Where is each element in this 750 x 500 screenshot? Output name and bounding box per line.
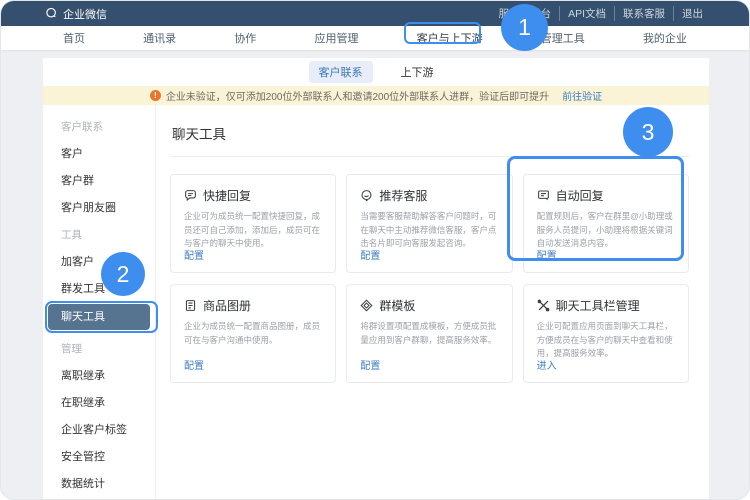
api-docs-link[interactable]: API文档 <box>559 6 614 21</box>
card-title-text: 聊天工具栏管理 <box>556 297 640 314</box>
contact-support-link[interactable]: 联系客服 <box>614 6 673 21</box>
title-divider <box>170 156 689 157</box>
product-album-configure-link[interactable]: 配置 <box>184 357 323 372</box>
sidebar-item-security-control[interactable]: 安全管控 <box>43 444 155 471</box>
sidebar-item-group-message[interactable]: 群发工具 <box>43 276 155 303</box>
sidebar-item-onjob-inheritance[interactable]: 在职继承 <box>43 390 155 417</box>
page-title: 聊天工具 <box>172 123 689 143</box>
sub-tabs: 客户联系 上下游 <box>43 58 709 86</box>
nav-item-customers-upstream-downstream[interactable]: 客户与上下游 <box>417 30 483 46</box>
chat-toolbar-enter-link[interactable]: 进入 <box>537 357 676 372</box>
card-recommend-service: 推荐客服 当需要客服帮助解答客户问题时，可在聊天中主动推荐微信客服，客户点击名片… <box>346 174 512 273</box>
quick-reply-icon <box>184 189 197 202</box>
recommend-service-configure-link[interactable]: 配置 <box>360 247 499 262</box>
card-title-text: 快捷回复 <box>203 187 251 204</box>
card-product-album: 商品图册 企业为成员统一配置商品图册，成员可在与客户沟通中使用。 配置 <box>170 284 336 383</box>
card-title-text: 自动回复 <box>556 187 604 204</box>
main-content: 聊天工具 快捷回复 企业可为成 <box>156 105 709 499</box>
wechat-work-logo-icon <box>45 7 58 20</box>
topbar: 企业微信 服务商后台 API文档 联系客服 退出 <box>1 1 749 26</box>
nav-item-my-company[interactable]: 我的企业 <box>643 30 687 46</box>
card-description: 企业可为成员统一配置快捷回复，成员还可自己添加，添加后，成员可在与客户的聊天中使… <box>184 210 323 247</box>
nav-item-home[interactable]: 首页 <box>63 30 85 46</box>
sidebar-item-resigned-inheritance[interactable]: 离职继承 <box>43 363 155 390</box>
app-window: 企业微信 服务商后台 API文档 联系客服 退出 首页 通讯录 协作 应用管理 … <box>0 0 750 500</box>
card-description: 企业可配置应用页面到聊天工具栏，方便成员在与客户的聊天中查看和使用，提高服务效率… <box>537 320 676 357</box>
card-description: 配置规则后，客户在群里@小助理或服务人员提问，小助理将根据关键词自动发送消息内容… <box>537 210 676 247</box>
sidebar-item-chat-tools[interactable]: 聊天工具 <box>48 304 150 330</box>
nav-item-management-tools[interactable]: 管理工具 <box>541 30 585 46</box>
sidebar-group-tools: 工具 <box>43 222 155 249</box>
card-auto-reply: 自动回复 配置规则后，客户在群里@小助理或服务人员提问，小助理将根据关键词自动发… <box>523 174 689 273</box>
provider-console-link[interactable]: 服务商后台 <box>491 6 560 21</box>
nav-item-contacts[interactable]: 通讯录 <box>143 30 176 46</box>
card-quick-reply: 快捷回复 企业可为成员统一配置快捷回复，成员还可自己添加，添加后，成员可在与客户… <box>170 174 336 273</box>
card-description: 企业为成员统一配置商品图册，成员可在与客户沟通中使用。 <box>184 320 323 347</box>
auto-reply-icon <box>537 189 550 202</box>
card-title-text: 商品图册 <box>203 297 251 314</box>
chat-toolbar-icon <box>537 299 550 312</box>
tab-upstream-downstream[interactable]: 上下游 <box>391 61 444 83</box>
product-album-icon <box>184 299 197 312</box>
app-logo: 企业微信 <box>45 6 107 22</box>
warning-icon: ! <box>150 90 161 101</box>
sidebar-group-management: 管理 <box>43 336 155 363</box>
card-chat-toolbar-management: 聊天工具栏管理 企业可配置应用页面到聊天工具栏，方便成员在与客户的聊天中查看和使… <box>523 284 689 383</box>
nav-item-collaboration[interactable]: 协作 <box>234 30 256 46</box>
warning-text: 企业未验证，仅可添加200位外部联系人和邀请200位外部联系人进群，验证后即可提… <box>166 88 549 103</box>
tab-customer-contact[interactable]: 客户联系 <box>309 61 373 83</box>
sidebar-group-customer-contact: 客户联系 <box>43 114 155 141</box>
group-template-icon <box>360 299 373 312</box>
primary-nav: 首页 通讯录 协作 应用管理 客户与上下游 管理工具 我的企业 <box>1 26 749 50</box>
sidebar: 客户联系 客户 客户群 客户朋友圈 工具 加客户 群发工具 聊天工具 管理 离职… <box>43 105 156 499</box>
recommend-service-icon <box>360 189 373 202</box>
sidebar-item-customer-moments[interactable]: 客户朋友圈 <box>43 195 155 222</box>
app-logo-text: 企业微信 <box>63 6 107 22</box>
logout-link[interactable]: 退出 <box>673 6 711 21</box>
panel-body: 客户联系 客户 客户群 客户朋友圈 工具 加客户 群发工具 聊天工具 管理 离职… <box>43 105 709 499</box>
sidebar-item-statistics[interactable]: 数据统计 <box>43 471 155 498</box>
card-title-text: 推荐客服 <box>379 187 427 204</box>
card-description: 当需要客服帮助解答客户问题时，可在聊天中主动推荐微信客服，客户点击名片即可向客服… <box>360 210 499 247</box>
card-title-text: 群模板 <box>379 297 415 314</box>
go-verify-link[interactable]: 前往验证 <box>562 88 602 103</box>
quick-reply-configure-link[interactable]: 配置 <box>184 247 323 262</box>
feature-cards: 快捷回复 企业可为成员统一配置快捷回复，成员还可自己添加，添加后，成员可在与客户… <box>170 174 689 383</box>
auto-reply-configure-link[interactable]: 配置 <box>537 247 676 262</box>
content-panel: 客户联系 上下游 ! 企业未验证，仅可添加200位外部联系人和邀请200位外部联… <box>43 58 709 499</box>
sidebar-item-customer-tags[interactable]: 企业客户标签 <box>43 417 155 444</box>
card-group-template: 群模板 将群设置项配置成模板，方便成员批量应用到客户群聊，提高服务效率。 配置 <box>346 284 512 383</box>
nav-item-app-management[interactable]: 应用管理 <box>314 30 358 46</box>
sidebar-item-customer-groups[interactable]: 客户群 <box>43 168 155 195</box>
topbar-links: 服务商后台 API文档 联系客服 退出 <box>491 6 711 21</box>
sidebar-item-add-customer[interactable]: 加客户 <box>43 249 155 276</box>
sidebar-item-customers[interactable]: 客户 <box>43 141 155 168</box>
verification-warning-bar: ! 企业未验证，仅可添加200位外部联系人和邀请200位外部联系人进群，验证后即… <box>43 86 709 105</box>
group-template-configure-link[interactable]: 配置 <box>360 357 499 372</box>
card-description: 将群设置项配置成模板，方便成员批量应用到客户群聊，提高服务效率。 <box>360 320 499 347</box>
